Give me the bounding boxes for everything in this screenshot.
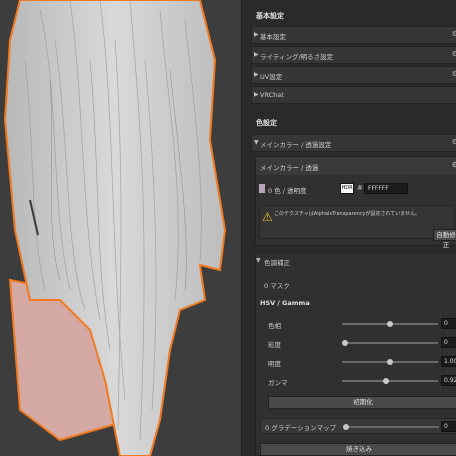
mask-label: 0 マスク: [264, 282, 290, 290]
fold-main-color[interactable]: ▼ メインカラー / 透過設定 ⚙: [251, 134, 456, 152]
fold-lighting[interactable]: ▶ ライティング/明るさ設定 ⚙: [251, 46, 456, 64]
gear-icon[interactable]: ⚙: [452, 161, 456, 169]
hdr-label: HDR: [341, 185, 353, 191]
gamma-slider-knob[interactable]: [383, 378, 389, 384]
chevron-down-icon[interactable]: ▼: [256, 257, 261, 264]
color-alpha-label: 0 色 / 透明度: [268, 187, 307, 195]
gradation-map-label: 0 グラデーションマップ: [265, 424, 337, 432]
saturation-label: 彩度: [268, 341, 281, 349]
chevron-down-icon: ▼: [254, 139, 259, 146]
hdr-color-swatch[interactable]: HDR: [340, 183, 354, 194]
gamma-label: ガンマ: [268, 379, 288, 387]
color-section-title: 色設定: [256, 119, 277, 127]
hex-color-field[interactable]: FFFFFF: [364, 183, 408, 194]
color-correction-title: 色調補正: [264, 259, 290, 267]
chevron-right-icon: ▶: [254, 71, 259, 78]
inspector-panel: 基本設定 ▶ 基本設定 ⚙ ▶ ライティング/明るさ設定 ⚙ ▶ UV設定 ⚙ …: [241, 0, 456, 456]
hue-slider-knob[interactable]: [387, 321, 393, 327]
chevron-right-icon: ▶: [254, 51, 259, 58]
scene-viewport[interactable]: [0, 0, 241, 456]
bake-button[interactable]: 焼き込み: [260, 443, 456, 456]
brightness-label: 明度: [268, 360, 281, 368]
hair-model-render: [0, 0, 241, 456]
hash-icon: #: [357, 184, 363, 192]
color-correction-box: ▼ 色調補正 0 マスク HSV / Gamma 色相 0 彩度 0 明度 1.…: [255, 252, 456, 456]
hsv-gamma-title: HSV / Gamma: [260, 299, 310, 307]
gradation-slider-knob[interactable]: [343, 424, 349, 430]
main-color-header-label: メインカラー / 透過: [260, 164, 319, 172]
saturation-value[interactable]: 0: [441, 337, 456, 348]
gear-icon[interactable]: ⚙: [452, 70, 456, 78]
gear-icon[interactable]: ⚙: [452, 50, 456, 58]
main-color-box: メインカラー / 透過 ⚙ 0 色 / 透明度 HDR # FFFFFF ⚠ こ…: [255, 156, 456, 246]
saturation-slider-knob[interactable]: [342, 340, 348, 346]
fold-label: ライティング/明るさ設定: [260, 53, 334, 61]
fold-basic[interactable]: ▶ 基本設定 ⚙: [251, 26, 456, 44]
texture-slot[interactable]: [259, 184, 265, 193]
brightness-value[interactable]: 1.008: [441, 356, 456, 367]
fold-label: UV設定: [260, 73, 283, 81]
chevron-right-icon: ▶: [254, 31, 259, 38]
gradation-map-row: 0 グラデーションマップ 0: [260, 418, 456, 434]
gear-icon[interactable]: ⚙: [452, 30, 456, 38]
fold-uv[interactable]: ▶ UV設定 ⚙: [251, 66, 456, 84]
fold-label: 基本設定: [260, 33, 286, 41]
hue-value[interactable]: 0: [441, 318, 456, 329]
main-color-header: メインカラー / 透過 ⚙: [256, 157, 456, 175]
warning-icon: ⚠: [262, 210, 273, 224]
fold-label: VRChat: [260, 91, 284, 99]
auto-fix-button[interactable]: 自動修正: [433, 229, 456, 249]
hue-label: 色相: [268, 322, 281, 330]
fold-vrchat[interactable]: ▶ VRChat: [251, 86, 456, 104]
brightness-slider-knob[interactable]: [387, 359, 393, 365]
gradation-value[interactable]: 0: [441, 421, 456, 432]
basic-section-title: 基本設定: [256, 12, 284, 20]
fold-label: メインカラー / 透過設定: [260, 141, 332, 149]
gear-icon[interactable]: ⚙: [452, 138, 456, 146]
reset-button[interactable]: 初期化: [268, 396, 456, 409]
gamma-value[interactable]: 0.925: [441, 375, 456, 386]
chevron-right-icon: ▶: [254, 91, 259, 98]
saturation-slider[interactable]: [342, 342, 438, 344]
gamma-slider[interactable]: [342, 380, 438, 382]
warning-box: ⚠ このテクスチャはAlphaIsTransparencyが設定されていません。: [259, 205, 455, 239]
warning-text: このテクスチャはAlphaIsTransparencyが設定されていません。: [274, 211, 421, 217]
gradation-slider[interactable]: [343, 426, 439, 428]
